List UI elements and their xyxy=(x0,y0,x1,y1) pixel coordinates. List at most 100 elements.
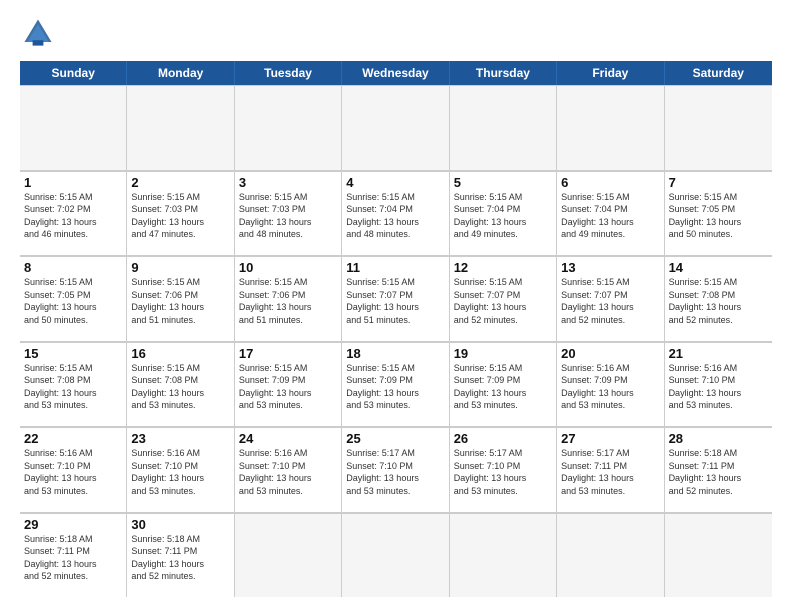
cell-info-line: Daylight: 13 hours xyxy=(454,216,552,229)
calendar-cell: 30Sunrise: 5:18 AMSunset: 7:11 PMDayligh… xyxy=(127,513,234,598)
cell-info-line: Daylight: 13 hours xyxy=(24,472,122,485)
day-number: 23 xyxy=(131,431,229,446)
cell-info-line: Sunset: 7:11 PM xyxy=(24,545,122,558)
cell-info-line: Daylight: 13 hours xyxy=(454,387,552,400)
day-number: 14 xyxy=(669,260,768,275)
calendar-cell: 9Sunrise: 5:15 AMSunset: 7:06 PMDaylight… xyxy=(127,256,234,341)
cell-info-line: Sunrise: 5:15 AM xyxy=(131,276,229,289)
cell-info-line: Sunset: 7:07 PM xyxy=(561,289,659,302)
cell-info-line: Sunrise: 5:15 AM xyxy=(239,362,337,375)
cell-info-line: and 48 minutes. xyxy=(346,228,444,241)
day-number: 16 xyxy=(131,346,229,361)
cell-info-line: Sunrise: 5:15 AM xyxy=(669,191,768,204)
cell-info-line: Sunrise: 5:15 AM xyxy=(131,362,229,375)
day-number: 29 xyxy=(24,517,122,532)
cell-info-line: Sunset: 7:10 PM xyxy=(131,460,229,473)
cell-info-line: Sunrise: 5:15 AM xyxy=(239,276,337,289)
cell-info-line: Daylight: 13 hours xyxy=(131,387,229,400)
calendar-cell: 11Sunrise: 5:15 AMSunset: 7:07 PMDayligh… xyxy=(342,256,449,341)
calendar-cell xyxy=(665,513,772,598)
cell-info-line: Daylight: 13 hours xyxy=(561,472,659,485)
cell-info-line: and 51 minutes. xyxy=(131,314,229,327)
day-number: 24 xyxy=(239,431,337,446)
cell-info-line: Sunrise: 5:17 AM xyxy=(561,447,659,460)
cell-info-line: Sunrise: 5:15 AM xyxy=(239,191,337,204)
calendar-cell: 16Sunrise: 5:15 AMSunset: 7:08 PMDayligh… xyxy=(127,342,234,427)
cell-info-line: Daylight: 13 hours xyxy=(239,387,337,400)
day-number: 2 xyxy=(131,175,229,190)
calendar-cell: 27Sunrise: 5:17 AMSunset: 7:11 PMDayligh… xyxy=(557,427,664,512)
calendar-cell: 20Sunrise: 5:16 AMSunset: 7:09 PMDayligh… xyxy=(557,342,664,427)
cell-info-line: Daylight: 13 hours xyxy=(669,301,768,314)
calendar-cell xyxy=(557,513,664,598)
header xyxy=(20,15,772,51)
cell-info-line: Sunset: 7:10 PM xyxy=(239,460,337,473)
cell-info-line: Sunrise: 5:15 AM xyxy=(561,191,659,204)
calendar-cell: 28Sunrise: 5:18 AMSunset: 7:11 PMDayligh… xyxy=(665,427,772,512)
day-number: 13 xyxy=(561,260,659,275)
cell-info-line: Sunrise: 5:15 AM xyxy=(24,191,122,204)
cell-info-line: and 53 minutes. xyxy=(669,399,768,412)
cell-info-line: Sunset: 7:06 PM xyxy=(239,289,337,302)
cell-info-line: Sunrise: 5:16 AM xyxy=(131,447,229,460)
day-number: 21 xyxy=(669,346,768,361)
calendar-cell: 3Sunrise: 5:15 AMSunset: 7:03 PMDaylight… xyxy=(235,171,342,256)
cell-info-line: and 52 minutes. xyxy=(24,570,122,583)
cell-info-line: Sunset: 7:03 PM xyxy=(239,203,337,216)
calendar-cell: 4Sunrise: 5:15 AMSunset: 7:04 PMDaylight… xyxy=(342,171,449,256)
cell-info-line: Daylight: 13 hours xyxy=(131,558,229,571)
calendar-cell: 14Sunrise: 5:15 AMSunset: 7:08 PMDayligh… xyxy=(665,256,772,341)
cell-info-line: and 53 minutes. xyxy=(346,485,444,498)
weekday-header: Wednesday xyxy=(342,61,449,85)
cell-info-line: Sunset: 7:09 PM xyxy=(346,374,444,387)
cell-info-line: Daylight: 13 hours xyxy=(346,472,444,485)
cell-info-line: Sunrise: 5:15 AM xyxy=(454,362,552,375)
cell-info-line: Daylight: 13 hours xyxy=(239,301,337,314)
cell-info-line: Daylight: 13 hours xyxy=(131,216,229,229)
cell-info-line: Sunrise: 5:15 AM xyxy=(24,362,122,375)
page: SundayMondayTuesdayWednesdayThursdayFrid… xyxy=(0,0,792,612)
cell-info-line: Sunrise: 5:18 AM xyxy=(24,533,122,546)
weekday-header: Friday xyxy=(557,61,664,85)
calendar-body: 1Sunrise: 5:15 AMSunset: 7:02 PMDaylight… xyxy=(20,85,772,597)
weekday-header: Sunday xyxy=(20,61,127,85)
cell-info-line: Sunset: 7:10 PM xyxy=(454,460,552,473)
cell-info-line: and 52 minutes. xyxy=(669,485,768,498)
cell-info-line: Sunset: 7:11 PM xyxy=(669,460,768,473)
cell-info-line: Sunset: 7:04 PM xyxy=(561,203,659,216)
cell-info-line: and 51 minutes. xyxy=(346,314,444,327)
calendar-cell xyxy=(235,85,342,170)
cell-info-line: Sunset: 7:08 PM xyxy=(24,374,122,387)
calendar-cell: 18Sunrise: 5:15 AMSunset: 7:09 PMDayligh… xyxy=(342,342,449,427)
cell-info-line: Sunset: 7:11 PM xyxy=(561,460,659,473)
cell-info-line: Daylight: 13 hours xyxy=(346,216,444,229)
calendar-cell: 25Sunrise: 5:17 AMSunset: 7:10 PMDayligh… xyxy=(342,427,449,512)
cell-info-line: Sunrise: 5:15 AM xyxy=(346,276,444,289)
cell-info-line: and 46 minutes. xyxy=(24,228,122,241)
cell-info-line: Sunset: 7:08 PM xyxy=(669,289,768,302)
day-number: 9 xyxy=(131,260,229,275)
day-number: 25 xyxy=(346,431,444,446)
cell-info-line: Daylight: 13 hours xyxy=(239,216,337,229)
cell-info-line: Sunset: 7:09 PM xyxy=(561,374,659,387)
calendar-cell: 12Sunrise: 5:15 AMSunset: 7:07 PMDayligh… xyxy=(450,256,557,341)
day-number: 22 xyxy=(24,431,122,446)
cell-info-line: and 53 minutes. xyxy=(561,485,659,498)
calendar-cell: 26Sunrise: 5:17 AMSunset: 7:10 PMDayligh… xyxy=(450,427,557,512)
cell-info-line: and 47 minutes. xyxy=(131,228,229,241)
cell-info-line: Sunset: 7:11 PM xyxy=(131,545,229,558)
day-number: 19 xyxy=(454,346,552,361)
cell-info-line: Sunrise: 5:18 AM xyxy=(669,447,768,460)
day-number: 30 xyxy=(131,517,229,532)
cell-info-line: Daylight: 13 hours xyxy=(669,387,768,400)
calendar-row: 15Sunrise: 5:15 AMSunset: 7:08 PMDayligh… xyxy=(20,342,772,428)
day-number: 15 xyxy=(24,346,122,361)
day-number: 6 xyxy=(561,175,659,190)
calendar-cell: 22Sunrise: 5:16 AMSunset: 7:10 PMDayligh… xyxy=(20,427,127,512)
calendar-cell: 29Sunrise: 5:18 AMSunset: 7:11 PMDayligh… xyxy=(20,513,127,598)
calendar-row xyxy=(20,85,772,171)
cell-info-line: Sunrise: 5:15 AM xyxy=(131,191,229,204)
calendar-cell xyxy=(20,85,127,170)
weekday-header: Tuesday xyxy=(235,61,342,85)
calendar-cell xyxy=(235,513,342,598)
